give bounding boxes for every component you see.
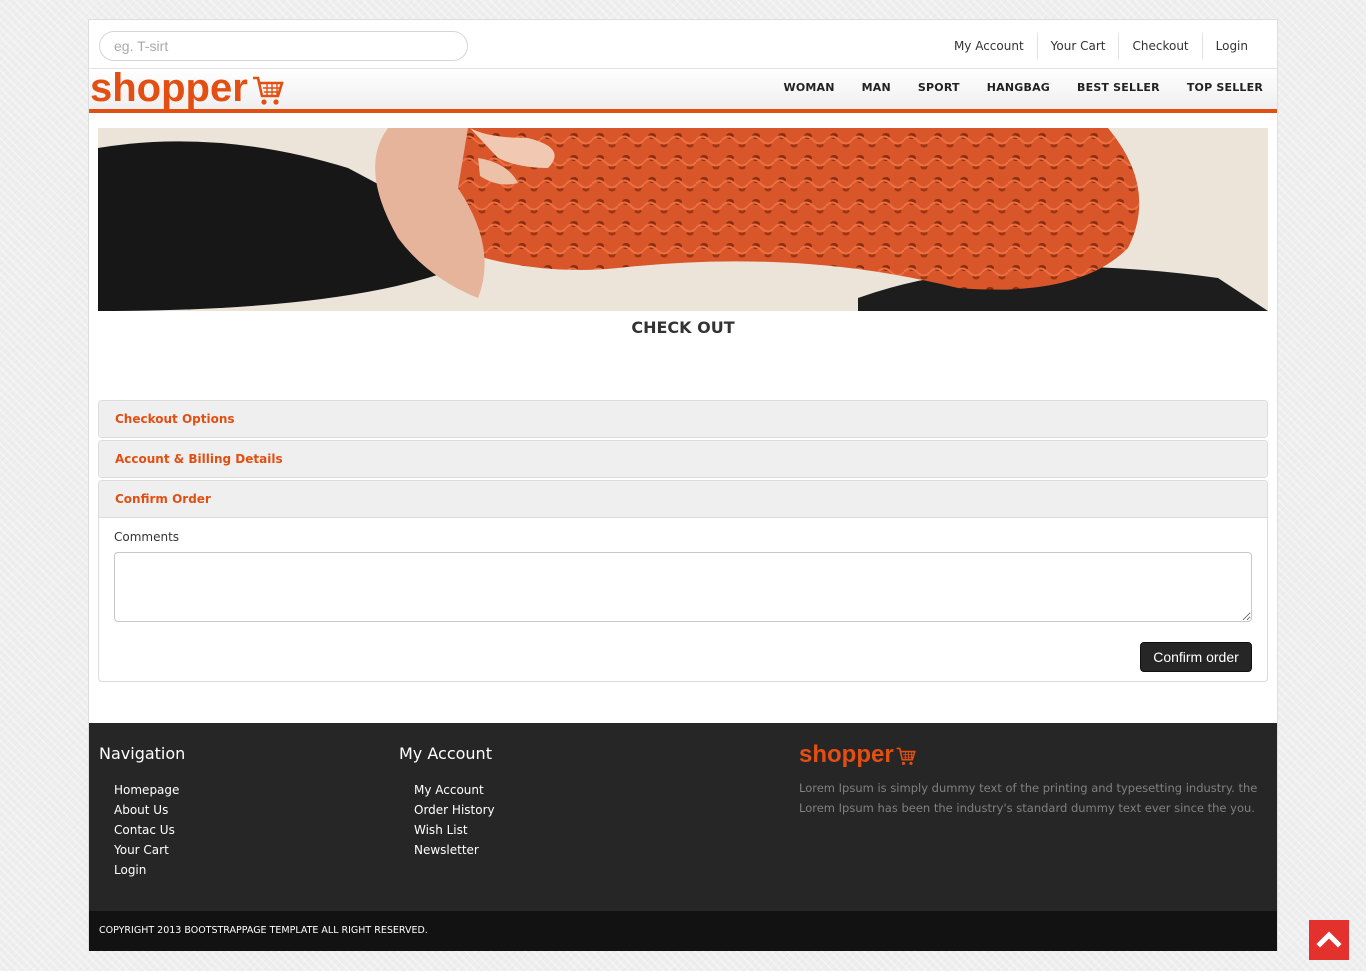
footer-account-list: My Account Order History Wish List Newsl…: [414, 783, 495, 863]
comments-label: Comments: [114, 530, 180, 544]
page-container: My Account Your Cart Checkout Login shop…: [88, 19, 1278, 951]
top-link-your-cart[interactable]: Your Cart: [1036, 33, 1119, 59]
top-link-my-account[interactable]: My Account: [941, 33, 1037, 59]
footer-link-homepage[interactable]: Homepage: [114, 783, 179, 803]
nav-hangbag[interactable]: HANGBAG: [987, 81, 1050, 94]
footer-link-my-account[interactable]: My Account: [414, 783, 495, 803]
footer-link-about-us[interactable]: About Us: [114, 803, 179, 823]
footer-nav-list: Homepage About Us Contac Us Your Cart Lo…: [114, 783, 179, 883]
nav-woman[interactable]: WOMAN: [783, 81, 834, 94]
footer-logo: shopper: [799, 741, 916, 769]
nav-man[interactable]: MAN: [862, 81, 891, 94]
footer-link-order-history[interactable]: Order History: [414, 803, 495, 823]
footer: Navigation Homepage About Us Contac Us Y…: [89, 723, 1277, 911]
top-link-login[interactable]: Login: [1201, 33, 1261, 59]
scroll-to-top-button[interactable]: [1309, 920, 1349, 960]
search-input[interactable]: [99, 31, 468, 61]
footer-link-your-cart[interactable]: Your Cart: [114, 843, 179, 863]
footer-link-newsletter[interactable]: Newsletter: [414, 843, 495, 863]
accordion-account-billing[interactable]: Account & Billing Details: [98, 440, 1268, 478]
accordion-checkout-options[interactable]: Checkout Options: [98, 400, 1268, 438]
top-links: My Account Your Cart Checkout Login: [941, 33, 1261, 59]
page-title: CHECK OUT: [631, 318, 735, 337]
nav-top-seller[interactable]: TOP SELLER: [1187, 81, 1263, 94]
footer-link-contact-us[interactable]: Contac Us: [114, 823, 179, 843]
chevron-up-icon: [1316, 931, 1342, 948]
footer-description: Lorem Ipsum is simply dummy text of the …: [799, 781, 1258, 815]
accordion-confirm-order: Confirm Order Comments Confirm order: [98, 480, 1268, 682]
banner-image: [98, 128, 1268, 311]
footer-link-wish-list[interactable]: Wish List: [414, 823, 495, 843]
footer-logo-text: shopper: [799, 741, 894, 768]
cart-icon: [252, 76, 284, 105]
nav-best-seller[interactable]: BEST SELLER: [1077, 81, 1160, 94]
accordion-heading[interactable]: Account & Billing Details: [99, 441, 1267, 477]
top-link-checkout[interactable]: Checkout: [1118, 33, 1201, 59]
nav-sport[interactable]: SPORT: [918, 81, 960, 94]
comments-textarea[interactable]: [114, 552, 1252, 622]
footer-link-login[interactable]: Login: [114, 863, 179, 883]
accordion-heading[interactable]: Confirm Order: [99, 481, 1267, 517]
main-nav: WOMAN MAN SPORT HANGBAG BEST SELLER TOP …: [756, 81, 1263, 94]
cart-icon: [896, 747, 916, 765]
header: shopper WOMAN MAN SPORT HANGBAG BEST SEL…: [89, 66, 1277, 113]
confirm-order-button[interactable]: Confirm order: [1140, 642, 1252, 672]
footer-nav-title: Navigation: [99, 744, 186, 763]
logo-text: shopper: [90, 66, 248, 110]
top-bar: My Account Your Cart Checkout Login: [89, 20, 1277, 68]
confirm-order-body: Comments Confirm order: [99, 517, 1267, 681]
copyright-bar: COPYRIGHT 2013 BOOTSTRAPPAGE TEMPLATE AL…: [89, 911, 1277, 951]
logo[interactable]: shopper: [90, 64, 284, 112]
footer-account-title: My Account: [399, 744, 492, 763]
accordion-heading[interactable]: Checkout Options: [99, 401, 1267, 437]
